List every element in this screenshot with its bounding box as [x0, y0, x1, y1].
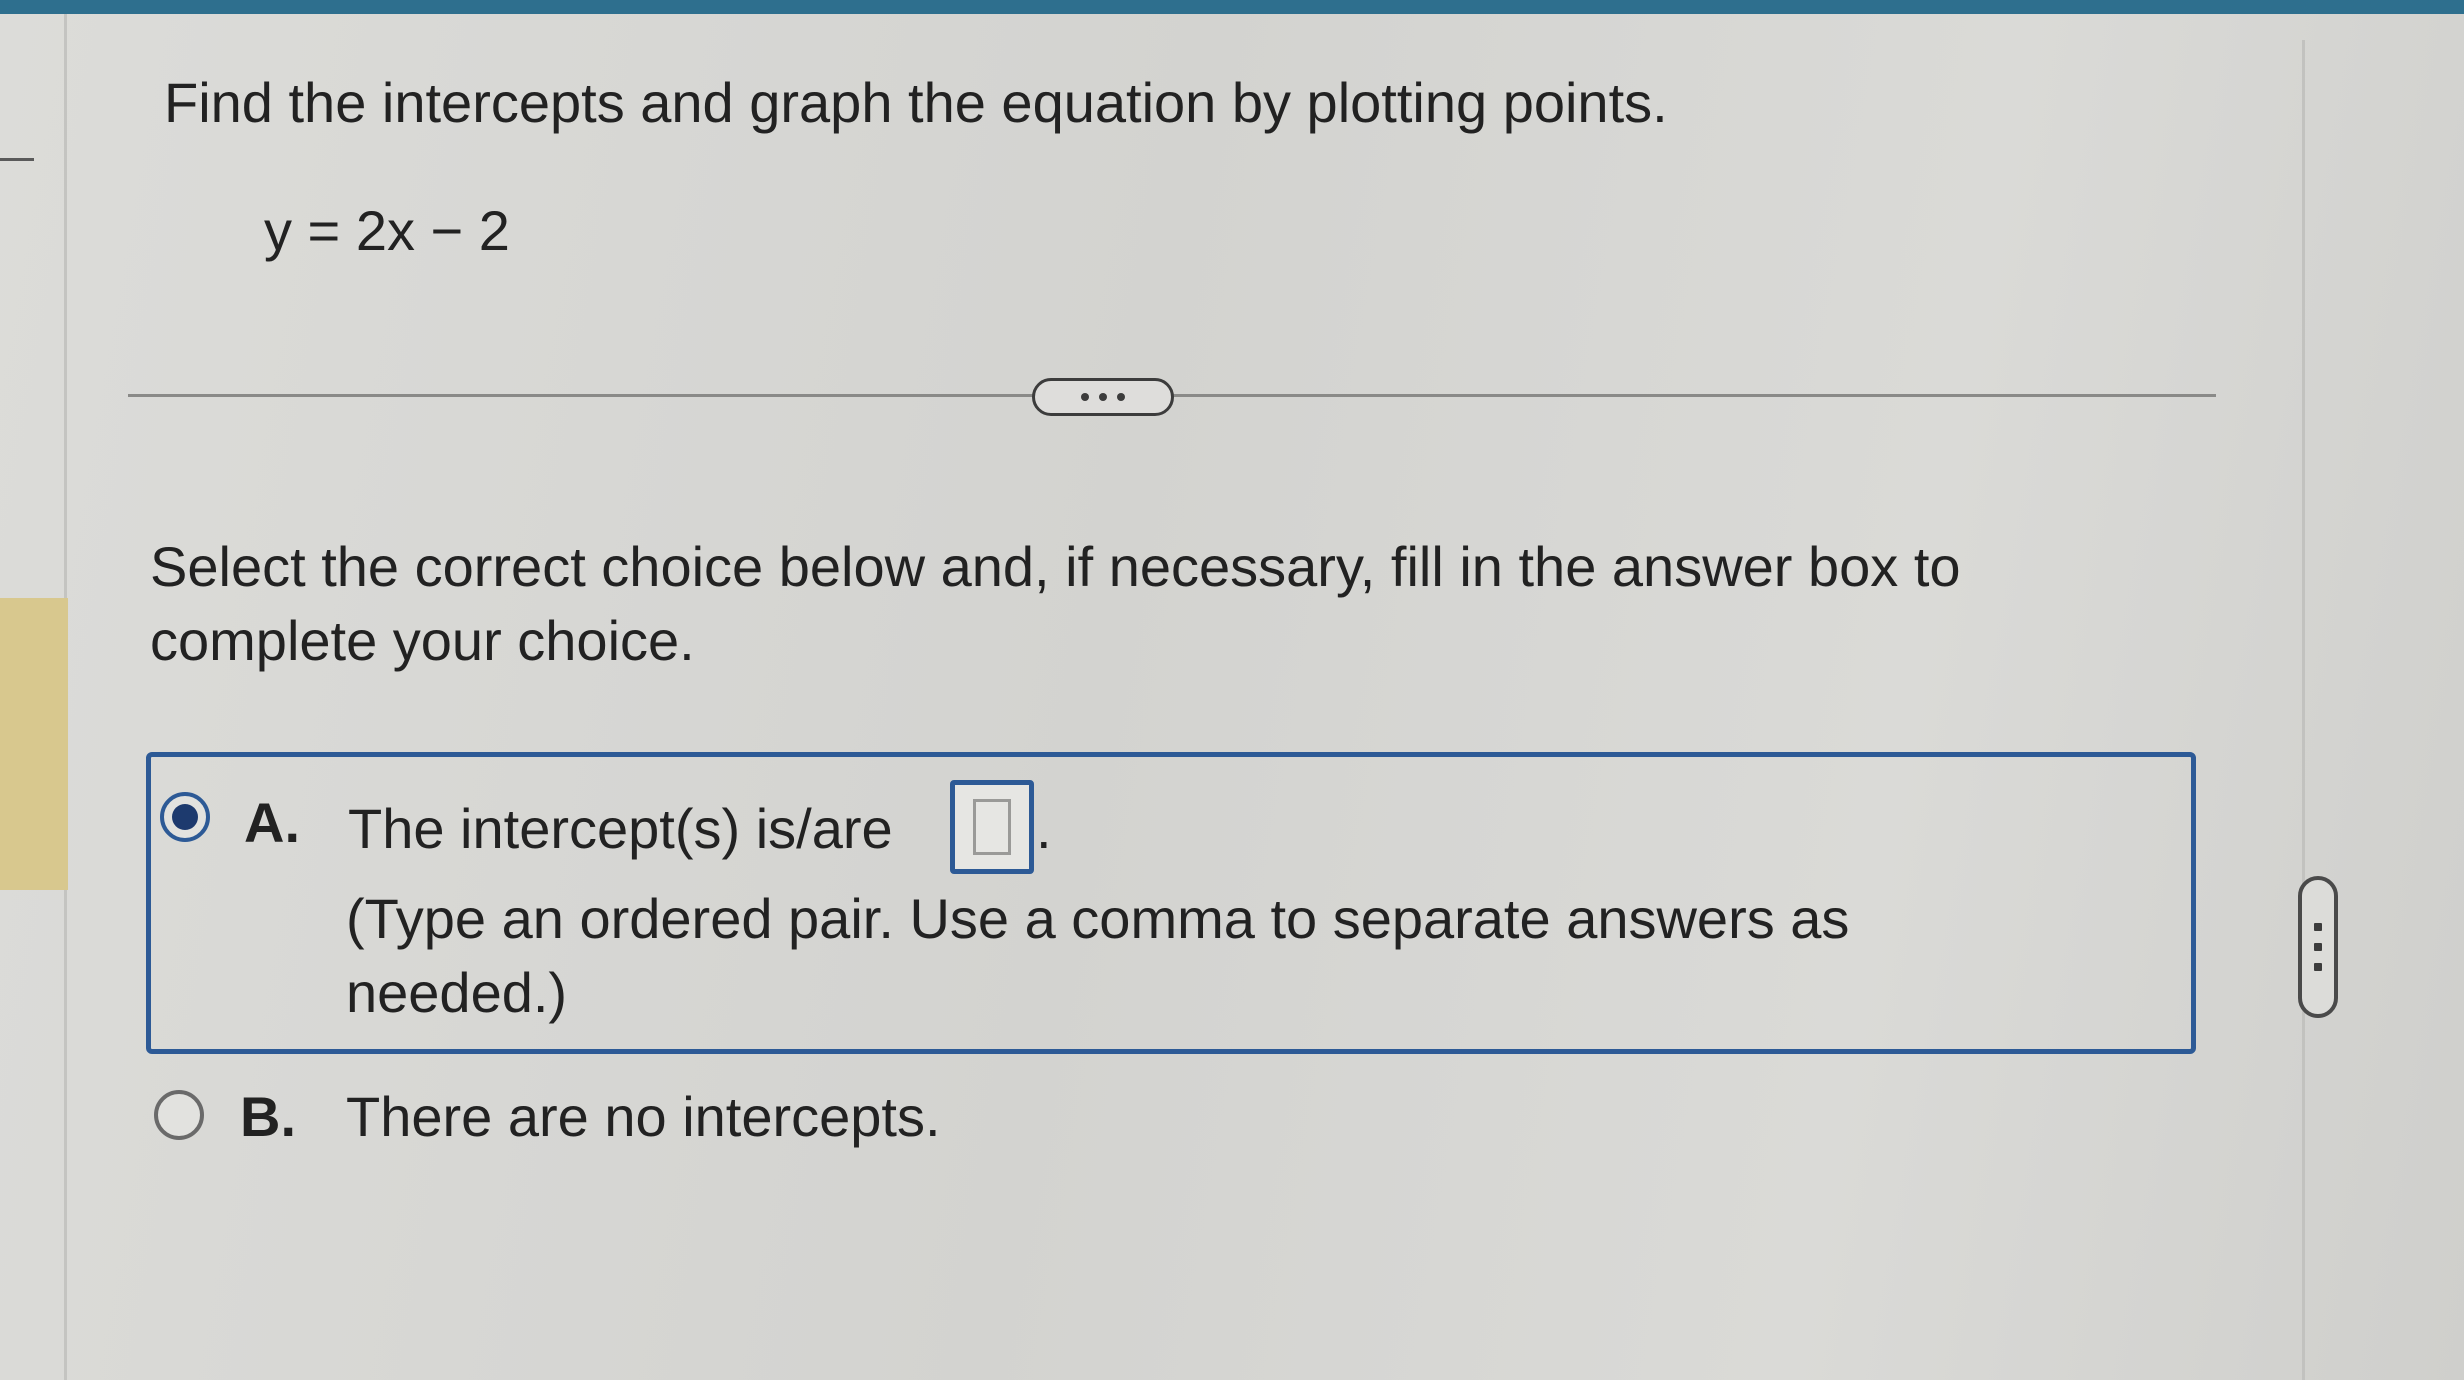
- choice-b-text: There are no intercepts.: [346, 1085, 941, 1148]
- top-bar: [0, 0, 2464, 14]
- choice-b-letter: B.: [240, 1085, 296, 1148]
- expand-more-button[interactable]: [1032, 378, 1174, 416]
- choice-a-period: .: [1036, 797, 1052, 860]
- left-panel-highlight: [0, 598, 68, 890]
- choice-a-letter: A.: [244, 791, 300, 854]
- question-text: Find the intercepts and graph the equati…: [164, 71, 1668, 134]
- ellipsis-dot-icon: [1099, 393, 1107, 401]
- choice-a-radio[interactable]: [160, 792, 210, 842]
- ellipsis-dot-icon: [1081, 393, 1089, 401]
- handle-dot-icon: [2314, 923, 2322, 931]
- intercept-answer-input[interactable]: [950, 780, 1034, 874]
- handle-dot-icon: [2314, 963, 2322, 971]
- screen: Find the intercepts and graph the equati…: [0, 0, 2464, 1380]
- answer-instruction: Select the correct choice below and, if …: [150, 535, 1961, 672]
- left-panel-tick: [0, 158, 34, 161]
- handle-dot-icon: [2314, 943, 2322, 951]
- radio-selected-indicator: [172, 804, 198, 830]
- choice-a-text: The intercept(s) is/are: [348, 797, 893, 860]
- choice-a-hint: (Type an ordered pair. Use a comma to se…: [346, 887, 1850, 1024]
- ellipsis-dot-icon: [1117, 393, 1125, 401]
- side-expand-handle[interactable]: [2298, 876, 2338, 1018]
- right-panel-divider: [2302, 40, 2305, 1380]
- answer-input-placeholder: [973, 799, 1011, 855]
- equation: y = 2x − 2: [264, 199, 510, 262]
- choice-b-radio[interactable]: [154, 1090, 204, 1140]
